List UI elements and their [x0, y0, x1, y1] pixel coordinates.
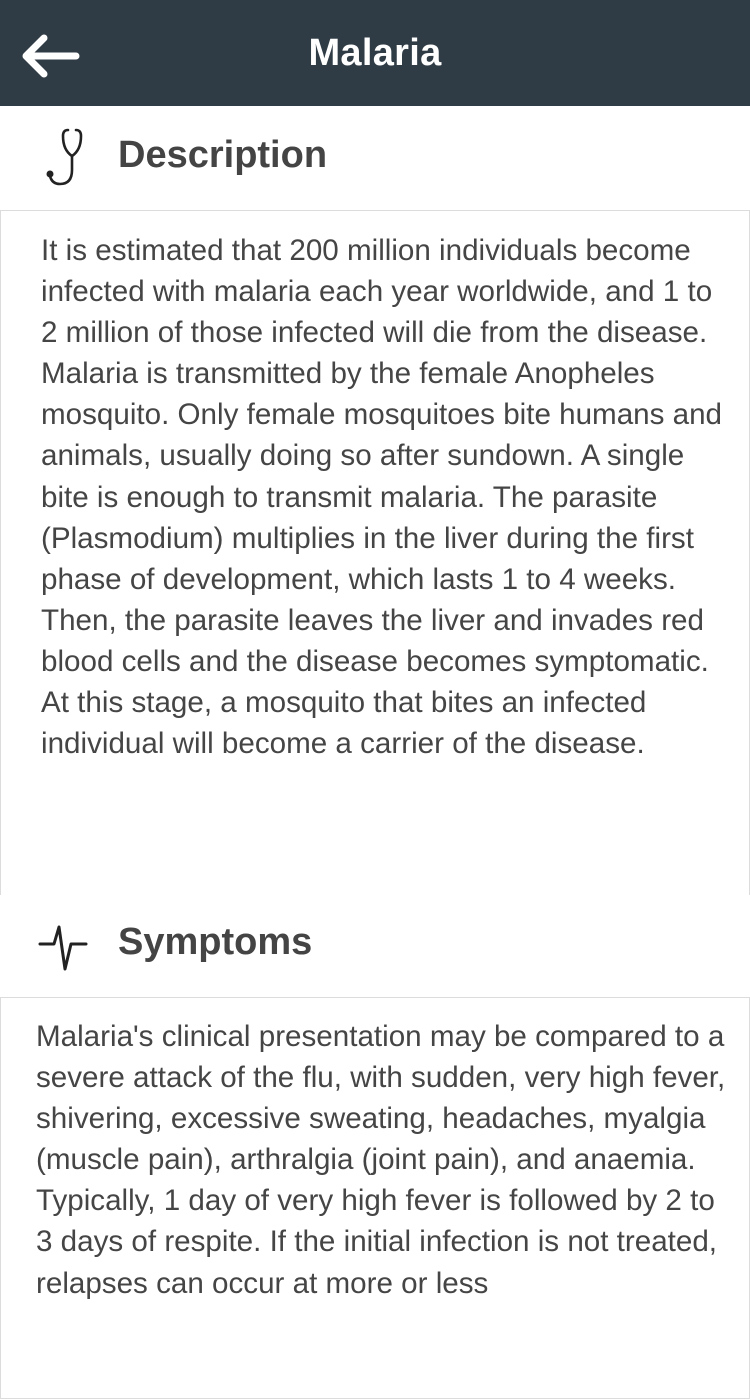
section-title-description: Description: [118, 134, 328, 176]
symptoms-text: Malaria's clinical presentation may be c…: [36, 1020, 726, 1300]
description-section-header: Description: [0, 106, 750, 210]
back-button[interactable]: [14, 28, 84, 84]
description-text: It is estimated that 200 million individ…: [41, 234, 723, 761]
heartbeat-pulse-icon: [38, 925, 88, 971]
app-bar: Malaria: [0, 0, 750, 106]
description-card: It is estimated that 200 million individ…: [0, 210, 750, 902]
page-title: Malaria: [308, 32, 442, 74]
section-title-symptoms: Symptoms: [118, 921, 313, 963]
stethoscope-icon: [46, 128, 83, 186]
symptoms-section-header: Symptoms: [0, 895, 750, 999]
arrow-left-icon: [22, 34, 80, 78]
symptoms-card: Malaria's clinical presentation may be c…: [0, 997, 750, 1399]
